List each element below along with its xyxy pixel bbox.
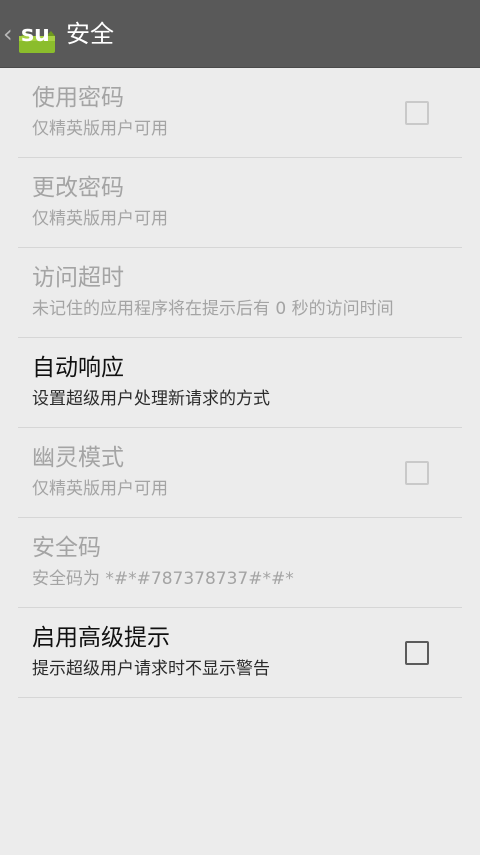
setting-summary: 安全码为 *#*#787378737#*#*: [32, 569, 294, 589]
action-bar: ‹ su 安全: [0, 0, 480, 68]
setting-title: 使用密码: [32, 85, 124, 111]
setting-summary: 提示超级用户请求时不显示警告: [32, 659, 270, 679]
setting-title: 自动响应: [32, 355, 124, 381]
setting-secret-code[interactable]: 安全码 安全码为 *#*#787378737#*#*: [18, 518, 462, 608]
setting-change-password[interactable]: 更改密码 仅精英版用户可用: [18, 158, 462, 248]
setting-title: 更改密码: [32, 175, 124, 201]
svg-text:su: su: [21, 22, 50, 47]
setting-title: 访问超时: [32, 265, 124, 291]
setting-ghost-mode[interactable]: 幽灵模式 仅精英版用户可用: [18, 428, 462, 518]
setting-title: 安全码: [32, 535, 101, 561]
superuser-app-icon[interactable]: su: [18, 14, 58, 54]
setting-summary: 仅精英版用户可用: [32, 119, 168, 139]
setting-summary: 仅精英版用户可用: [32, 209, 168, 229]
back-chevron-icon[interactable]: ‹: [3, 20, 13, 48]
setting-advanced-prompt[interactable]: 启用高级提示 提示超级用户请求时不显示警告: [18, 608, 462, 698]
ghost-mode-checkbox[interactable]: [405, 461, 429, 485]
advanced-prompt-checkbox[interactable]: [405, 641, 429, 665]
setting-auto-response[interactable]: 自动响应 设置超级用户处理新请求的方式: [18, 338, 462, 428]
setting-summary: 未记住的应用程序将在提示后有 0 秒的访问时间: [32, 299, 394, 319]
settings-list: 使用密码 仅精英版用户可用 更改密码 仅精英版用户可用 访问超时 未记住的应用程…: [18, 68, 462, 698]
setting-use-password[interactable]: 使用密码 仅精英版用户可用: [18, 68, 462, 158]
setting-summary: 仅精英版用户可用: [32, 479, 168, 499]
setting-title: 幽灵模式: [32, 445, 124, 471]
setting-summary: 设置超级用户处理新请求的方式: [32, 389, 270, 409]
setting-title: 启用高级提示: [32, 625, 170, 651]
setting-access-timeout[interactable]: 访问超时 未记住的应用程序将在提示后有 0 秒的访问时间: [18, 248, 462, 338]
page-title: 安全: [66, 20, 114, 48]
use-password-checkbox[interactable]: [405, 101, 429, 125]
